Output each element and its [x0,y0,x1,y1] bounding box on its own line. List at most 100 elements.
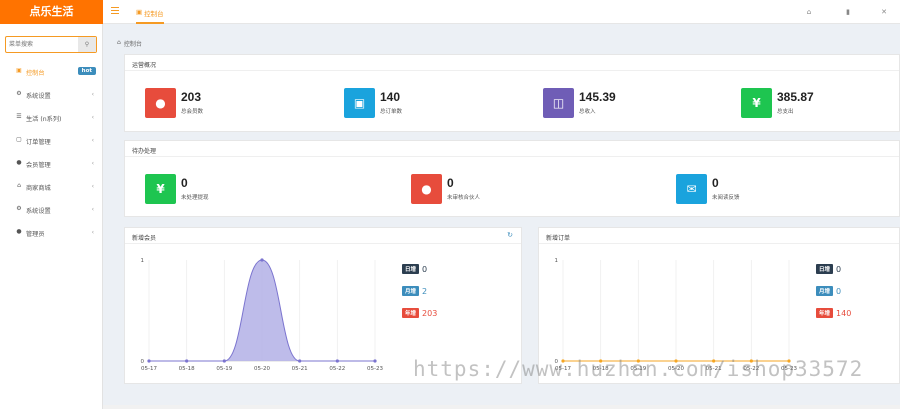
stat-value: 140 [380,90,401,104]
home-icon: ⌂ [17,182,21,189]
trash-icon[interactable]: ▮ [844,8,852,16]
stat-label: 总支出 [777,109,794,115]
stat-label: 未阅读反馈 [712,195,740,201]
stat-value: 0 [712,176,719,190]
users-icon: ● [16,228,22,235]
refresh-icon[interactable]: ↻ [507,231,513,239]
legend-value: 203 [422,308,438,318]
sidebar-item-life[interactable]: ☰ 生活 (n系列) ‹ [0,108,103,128]
sidebar-item-members[interactable]: ● 会员管理 ‹ [0,154,103,174]
stat-income: ◫ 145.39 总收入 [543,88,693,120]
hot-badge: hot [77,67,96,75]
home-icon: ⌂ [117,39,121,46]
data-point [222,359,226,363]
mail-icon: ✉ [676,174,707,204]
stat-withdrawals[interactable]: ¥ 0 未处理提现 [145,174,295,206]
list-icon: ☰ [16,113,22,120]
members-chart: 0 1 05-17 05-18 05-19 05-20 05-21 05-22 05-23 [141,258,384,372]
legend-yearly: 年增 140 [816,308,851,318]
legend-value: 0 [836,286,842,296]
sidebar-item-admin[interactable]: ● 管理员 ‹ [0,223,103,243]
top-bar: ▣ 控制台 ⌂ ▮ ✕ [103,0,900,24]
stat-orders: ▣ 140 总订单数 [344,88,494,120]
menu-search-input[interactable] [9,39,77,50]
x-tick-label: 05-21 [292,366,308,372]
legend-monthly: 月增 0 [816,286,841,296]
sidebar-item-system[interactable]: ⚙ 系统设置 ‹ [0,85,103,105]
user-icon: ● [16,159,22,166]
data-point [185,359,189,363]
chevron-left-icon: ‹ [91,91,94,98]
chevron-left-icon: ‹ [91,137,94,144]
legend-value: 0 [422,264,428,274]
money-icon: ◫ [543,88,574,118]
tab-dashboard[interactable]: ▣ 控制台 [136,0,164,24]
chevron-left-icon: ‹ [91,183,94,190]
sidebar-item-label: 管理员 [26,231,45,238]
stat-label: 总会员数 [181,109,204,115]
legend-daily: 日增 0 [816,264,841,274]
stat-value: 385.87 [777,90,814,104]
chevron-left-icon: ‹ [91,114,94,121]
overview-panel: 运营概况 ● 203 总会员数 ▣ 140 总订单数 ◫ 145.39 总收入 … [124,54,900,132]
sidebar-item-orders[interactable]: ▢ 订单管理 ‹ [0,131,103,151]
legend-tag: 日增 [816,264,834,274]
stat-expense: ¥ 385.87 总支出 [741,88,891,120]
sidebar-item-label: 控制台 [26,70,45,77]
series-area [149,260,375,361]
data-point [147,359,151,363]
legend-value: 2 [422,286,428,296]
stat-value: 145.39 [579,90,616,104]
legend-value: 0 [836,264,842,274]
x-tick-label: 05-23 [367,366,383,372]
document-icon: ▢ [16,136,22,143]
stat-value: 0 [181,176,188,190]
data-point [373,359,377,363]
legend-daily: 日增 0 [402,264,427,274]
stat-partners[interactable]: ● 0 未审核合伙人 [411,174,561,206]
menu-search: ⚲ [5,36,97,53]
sidebar-item-dashboard[interactable]: ▣ 控制台 hot [0,62,103,82]
monitor-icon: ▣ [136,8,143,16]
legend-tag: 月增 [402,286,420,296]
chevron-left-icon: ‹ [91,206,94,213]
x-tick-label: 05-22 [329,366,345,372]
x-tick-label: 05-20 [254,366,270,372]
x-tick-label: 05-19 [216,366,232,372]
x-tick-label: 05-18 [179,366,195,372]
sidebar-item-label: 生活 (n系列) [26,116,62,123]
data-point [298,359,302,363]
stat-label: 总订单数 [380,109,403,115]
horizontal-scrollbar[interactable] [103,405,900,409]
chevron-left-icon: ‹ [91,160,94,167]
sidebar-item-label: 商家商城 [26,185,51,192]
legend-yearly: 年增 203 [402,308,437,318]
legend-monthly: 月增 2 [402,286,427,296]
breadcrumb-label[interactable]: 控制台 [124,39,142,48]
x-tick-label: 05-17 [141,366,157,372]
home-icon[interactable]: ⌂ [805,8,813,16]
y-tick-label: 1 [555,258,559,264]
menu-icon[interactable] [111,7,119,14]
legend-tag: 日增 [402,264,420,274]
data-point [335,359,339,363]
y-tick-label: 1 [141,258,145,264]
legend-tag: 年增 [402,308,420,318]
stat-value: 203 [181,90,202,104]
legend-tag: 月增 [816,286,834,296]
stat-members: ● 203 总会员数 [145,88,295,120]
yen-icon: ¥ [145,174,176,204]
chevron-left-icon: ‹ [91,229,94,236]
yen-icon: ¥ [741,88,772,118]
gear-icon: ⚙ [16,205,22,212]
sidebar-item-settings[interactable]: ⚙ 系统设置 ‹ [0,200,103,220]
stat-feedback[interactable]: ✉ 0 未阅读反馈 [676,174,826,206]
stat-value: 0 [447,176,454,190]
user-icon: ● [145,88,176,118]
stat-label: 未审核合伙人 [447,195,481,201]
stat-label: 未处理提现 [181,195,209,201]
search-icon[interactable]: ⚲ [78,37,96,52]
sidebar-item-mall[interactable]: ⌂ 商家商城 ‹ [0,177,103,197]
app-logo[interactable]: 点乐生活 [0,0,103,24]
expand-icon[interactable]: ✕ [880,8,888,16]
